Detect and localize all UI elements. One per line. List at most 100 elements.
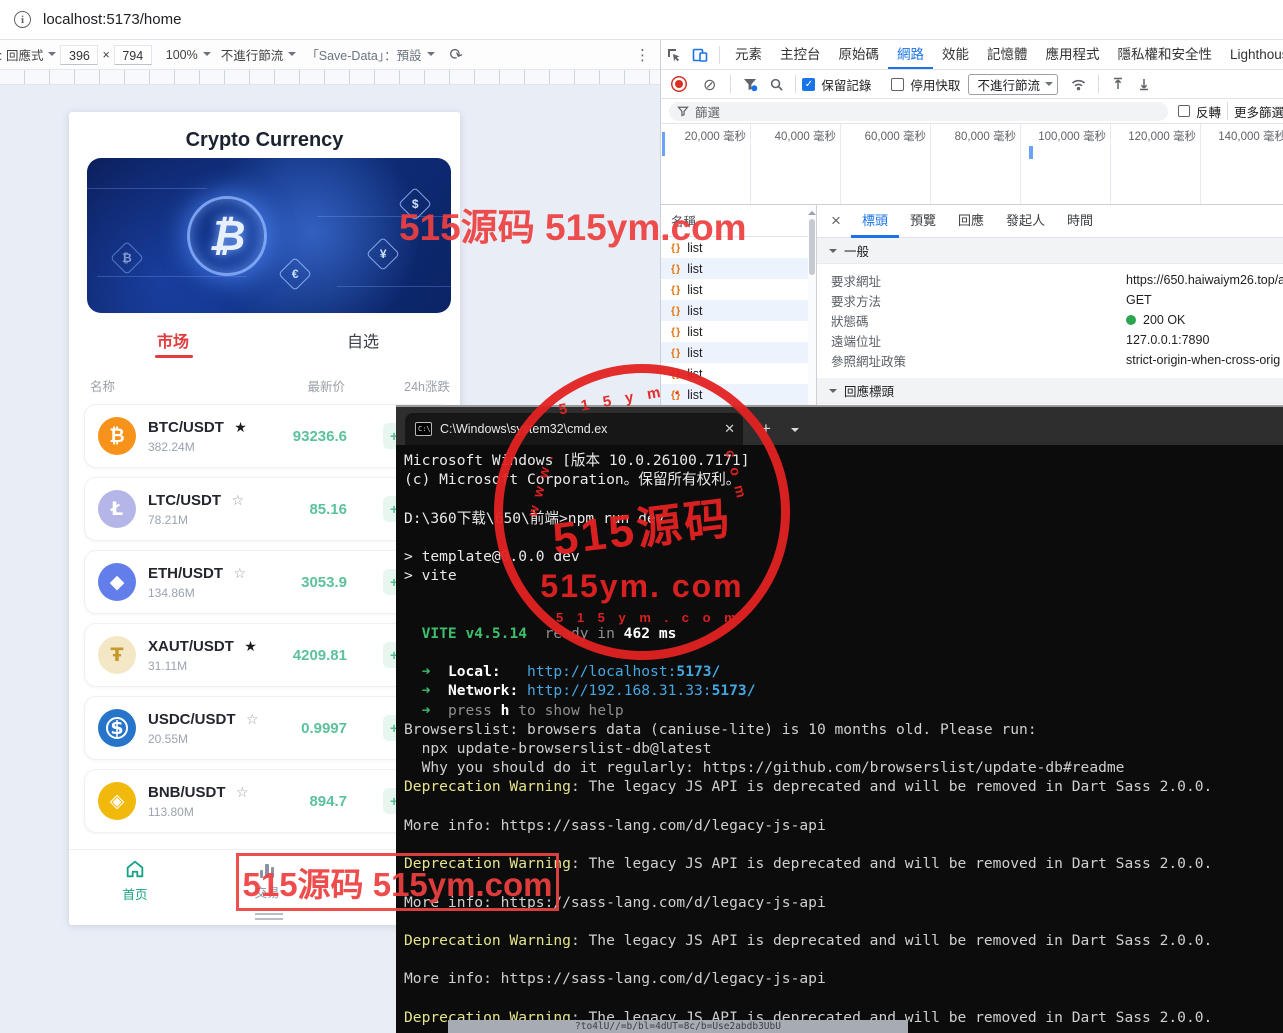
devtools-tab[interactable]: 主控台 bbox=[771, 40, 830, 70]
dimension-times: × bbox=[102, 48, 109, 62]
triangle-down-icon bbox=[829, 389, 837, 397]
invert-filter-label: 反轉 bbox=[1196, 102, 1221, 121]
request-name: list bbox=[687, 283, 702, 297]
network-request-row[interactable]: {} list bbox=[661, 279, 808, 300]
detail-tab[interactable]: 時間 bbox=[1056, 205, 1104, 238]
devtools-tab[interactable]: 應用程式 bbox=[1037, 40, 1109, 70]
coin-price: 93236.6 bbox=[293, 428, 347, 445]
export-har-icon[interactable] bbox=[1131, 72, 1157, 96]
throttle-select[interactable]: 不進行節流 bbox=[221, 45, 284, 64]
clear-network-log-icon[interactable]: ⊘ bbox=[703, 75, 716, 94]
detail-tab[interactable]: 回應 bbox=[947, 205, 995, 238]
detail-tab[interactable]: 發起人 bbox=[995, 205, 1056, 238]
filter-input[interactable]: 篩選 bbox=[669, 102, 1168, 121]
zoom-select[interactable]: 100% bbox=[166, 48, 198, 62]
devtools-tab[interactable]: Lighthouse bbox=[1221, 40, 1283, 70]
request-name: list bbox=[687, 262, 702, 276]
devtools-tab[interactable]: 元素 bbox=[726, 40, 771, 70]
invert-filter-checkbox[interactable] bbox=[1178, 105, 1190, 117]
viewport-height-input[interactable]: 794 bbox=[114, 45, 152, 65]
network-request-row[interactable]: {} list bbox=[661, 321, 808, 342]
devtools-tab[interactable]: 記憶體 bbox=[978, 40, 1037, 70]
inspect-element-icon[interactable] bbox=[661, 43, 687, 67]
divider bbox=[1227, 102, 1228, 120]
coin-icon: ◈ bbox=[98, 782, 136, 820]
status-snippet: ?to4lU//=b/bl=4dUT=8c/b=Use2abdb3UbU bbox=[448, 1020, 908, 1033]
json-braces-icon: {} bbox=[671, 305, 681, 317]
header-value: GET bbox=[1126, 293, 1152, 307]
response-headers-section-header[interactable]: 回應標頭 bbox=[817, 378, 1283, 404]
network-conditions-icon[interactable] bbox=[1066, 72, 1092, 96]
general-section-header[interactable]: 一般 bbox=[817, 238, 1283, 264]
filter-icon[interactable] bbox=[737, 72, 763, 96]
browser-address-bar[interactable]: i localhost:5173/home bbox=[0, 0, 1283, 40]
network-request-row[interactable]: {} list bbox=[661, 300, 808, 321]
favorite-star-icon[interactable]: ☆ bbox=[232, 492, 245, 508]
header-kv-row: 遠端位址 127.0.0.1:7890 bbox=[817, 330, 1283, 350]
favorite-star-icon[interactable]: ★ bbox=[244, 638, 257, 654]
timeline-tick-label: 40,000 毫秒 bbox=[751, 124, 841, 205]
site-info-icon[interactable]: i bbox=[14, 11, 31, 28]
nav-label: 首页 bbox=[122, 884, 147, 903]
devtools-tab-bar: 元素主控台原始碼網路效能記憶體應用程式隱私權和安全性Lighthouse bbox=[661, 40, 1283, 70]
cmd-icon: C:\ bbox=[415, 422, 432, 436]
banner-bitcoin-icon: ₿ bbox=[187, 196, 267, 276]
detail-tab[interactable]: 預覽 bbox=[899, 205, 947, 238]
favorite-star-icon[interactable]: ☆ bbox=[246, 711, 259, 727]
active-tab-underline bbox=[155, 355, 193, 358]
scroll-up-arrow-icon[interactable] bbox=[808, 207, 816, 215]
header-value: https://650.haiwaiym26.top/a bbox=[1126, 273, 1283, 287]
rotate-viewport-icon[interactable]: ⟳ bbox=[446, 43, 465, 66]
favorite-star-icon[interactable]: ☆ bbox=[236, 784, 249, 800]
tab-watchlist[interactable]: 自选 bbox=[347, 328, 379, 352]
favorite-star-icon[interactable]: ★ bbox=[234, 419, 247, 435]
save-data-select[interactable]: 「Save-Data」：預設 bbox=[306, 45, 421, 64]
devtools-tab[interactable]: 隱私權和安全性 bbox=[1109, 40, 1222, 70]
preserve-log-checkbox[interactable]: ✓ bbox=[802, 78, 815, 91]
coin-pair: ETH/USDT bbox=[148, 565, 223, 582]
import-har-icon[interactable] bbox=[1105, 72, 1131, 96]
toggle-device-toolbar-icon[interactable] bbox=[687, 43, 713, 67]
favorite-star-icon[interactable]: ☆ bbox=[233, 565, 246, 581]
network-request-row[interactable]: {} list bbox=[661, 342, 808, 363]
divider bbox=[795, 75, 796, 93]
chevron-down-icon bbox=[1045, 82, 1053, 90]
device-type-select[interactable]: 尺寸: 回應式 bbox=[0, 45, 43, 64]
home-indicator bbox=[255, 913, 283, 920]
network-throttle-select[interactable]: 不進行節流 bbox=[968, 74, 1058, 95]
viewport-width-input[interactable]: 396 bbox=[60, 45, 98, 65]
record-network-log-icon[interactable] bbox=[675, 80, 683, 88]
timeline-activity-mark bbox=[1029, 146, 1033, 159]
coin-volume: 31.11M bbox=[148, 659, 257, 673]
json-braces-icon: {} bbox=[671, 347, 681, 359]
screen: i localhost:5173/home 尺寸: 回應式 396 × 794 … bbox=[0, 0, 1283, 1033]
coin-price: 85.16 bbox=[309, 501, 347, 518]
banner-circuit-line bbox=[337, 286, 451, 287]
more-filters-button[interactable]: 更多篩選 bbox=[1234, 102, 1283, 121]
scrollbar-thumb[interactable] bbox=[809, 219, 815, 275]
tab-market[interactable]: 市场 bbox=[157, 328, 189, 352]
network-filter-bar: 篩選 反轉 更多篩選 bbox=[661, 99, 1283, 124]
search-icon[interactable] bbox=[763, 72, 789, 96]
coin-volume: 113.80M bbox=[148, 805, 249, 819]
disable-cache-checkbox[interactable] bbox=[891, 78, 904, 91]
nav-item-home[interactable]: 首页 bbox=[69, 850, 201, 907]
device-toolbar-menu-icon[interactable]: ⋮ bbox=[635, 46, 650, 64]
close-icon[interactable]: × bbox=[817, 211, 851, 231]
url-text[interactable]: localhost:5173/home bbox=[43, 11, 181, 28]
tab-dropdown-icon[interactable] bbox=[791, 428, 799, 436]
coin-volume: 134.86M bbox=[148, 586, 246, 600]
chevron-down-icon bbox=[427, 52, 435, 60]
coin-volume: 382.24M bbox=[148, 440, 247, 454]
devtools-tab[interactable]: 效能 bbox=[933, 40, 978, 70]
network-request-row[interactable]: {} list bbox=[661, 258, 808, 279]
coin-pair: USDC/USDT bbox=[148, 711, 236, 728]
detail-tab[interactable]: 標頭 bbox=[851, 205, 899, 238]
devtools-tab[interactable]: 網路 bbox=[888, 40, 933, 70]
devtools-tab[interactable]: 原始碼 bbox=[830, 40, 889, 70]
banner-yen-icon: ¥ bbox=[366, 237, 400, 271]
detail-tabs: 標頭預覽回應發起人時間 bbox=[851, 205, 1104, 238]
coin-icon: Ŧ bbox=[98, 636, 136, 674]
coin-icon: Ł bbox=[98, 490, 136, 528]
network-overview-timeline[interactable]: 20,000 毫秒40,000 毫秒60,000 毫秒80,000 毫秒100,… bbox=[661, 124, 1283, 205]
